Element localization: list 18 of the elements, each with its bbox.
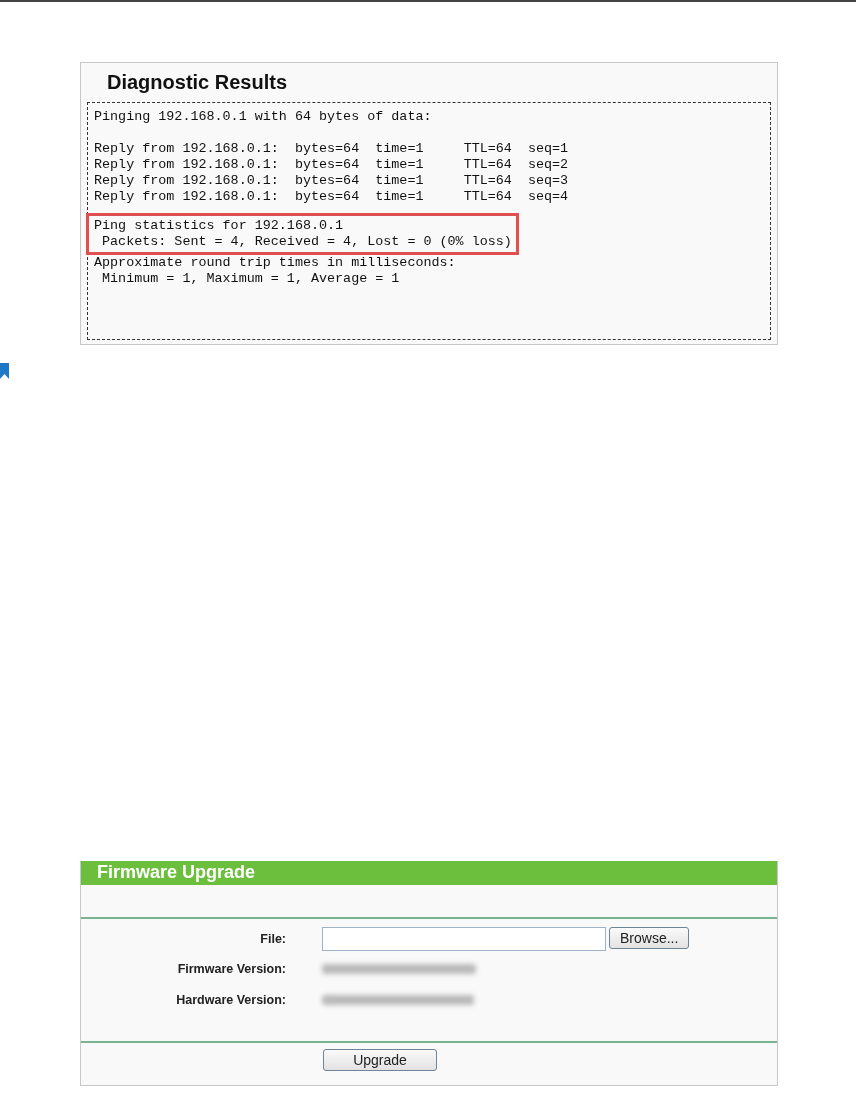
browse-button[interactable]: Browse... — [609, 927, 690, 949]
panel-title: Firmware Upgrade — [81, 861, 777, 885]
file-field[interactable] — [322, 927, 606, 951]
output-line: Minimum = 1, Maximum = 1, Average = 1 — [101, 271, 400, 287]
output-line: Approximate round trip times in milliseconds: — [94, 255, 456, 271]
output-line: Pinging 192.168.0.1 with 64 bytes of data: — [94, 109, 432, 125]
output-line: Ping statistics for 192.168.0.1 — [94, 218, 344, 234]
output-line: Reply from 192.168.0.1: bytes=64 time=1 TTL=64 seq=1 — [94, 141, 569, 157]
output-line: Packets: Sent = 4, Received = 4, Lost = 0 (0% loss) — [101, 234, 512, 250]
bookmark-icon — [0, 363, 9, 379]
field-label: File: — [260, 932, 286, 946]
upgrade-button[interactable]: Upgrade — [323, 1049, 437, 1071]
output-line: Reply from 192.168.0.1: bytes=64 time=1 TTL=64 seq=2 — [94, 157, 569, 173]
panel-title: Diagnostic Results — [107, 71, 289, 94]
output-line: Reply from 192.168.0.1: bytes=64 time=1 TTL=64 seq=3 — [94, 173, 569, 189]
output-line: Reply from 192.168.0.1: bytes=64 time=1 TTL=64 seq=4 — [94, 189, 569, 205]
field-label: Firmware Version: — [177, 962, 286, 976]
field-label: Hardware Version: — [176, 993, 286, 1007]
